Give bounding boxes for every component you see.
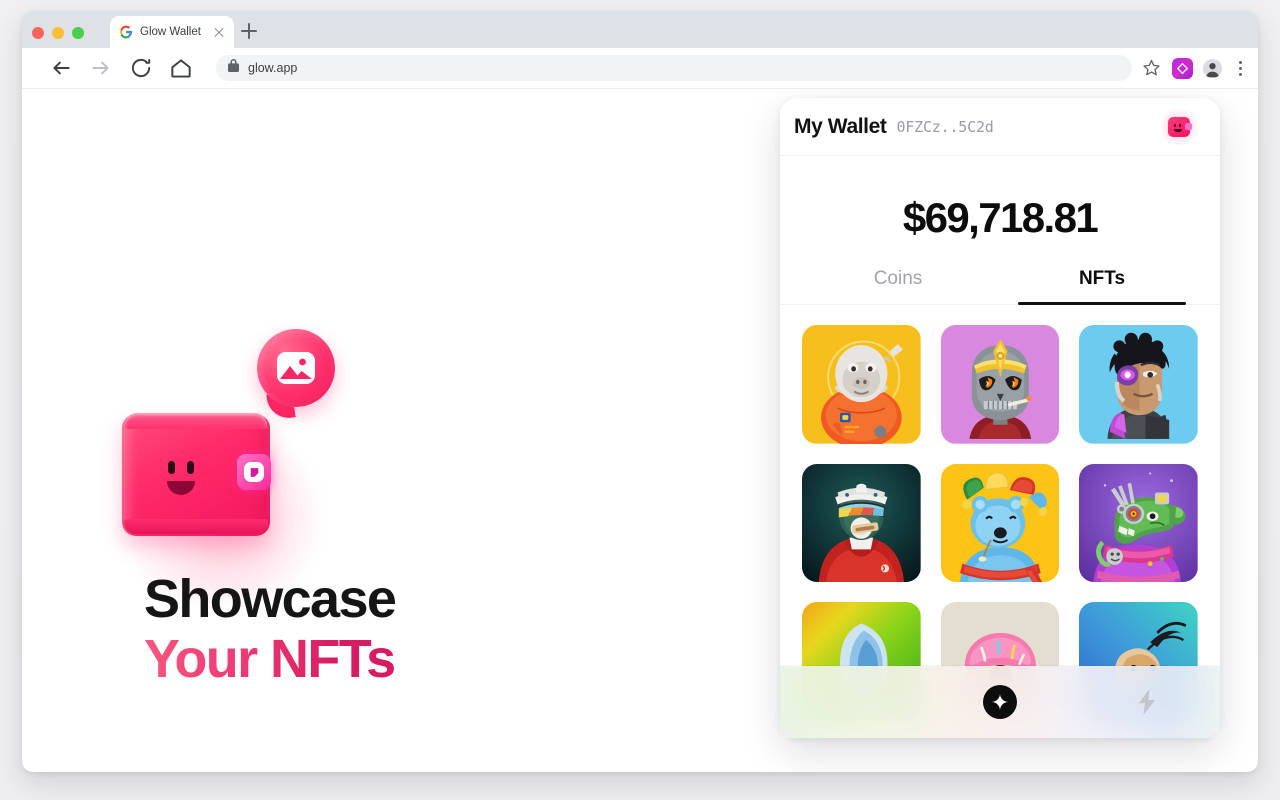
nft-tile-gold-crowned-skull[interactable] [940, 325, 1060, 444]
wallet-header: My Wallet 0FZCz..5C2d [780, 98, 1220, 156]
nft-tile-jester-blue-bear[interactable] [940, 463, 1060, 583]
toolbar-actions [1142, 57, 1248, 79]
lightning-bolt-icon[interactable] [1134, 687, 1160, 717]
desktop-background: Glow Wallet glow.app Showcase Your NFTs … [0, 0, 1280, 800]
home-icon[interactable] [168, 55, 194, 81]
window-traffic-lights [32, 27, 84, 39]
bottom-bar-slot-right [1073, 687, 1220, 717]
wallet-clasp [237, 454, 271, 490]
wallet-bottom-bar [780, 666, 1220, 738]
wallet-address[interactable]: 0FZCz..5C2d [896, 118, 993, 136]
browser-toolbar: glow.app [22, 48, 1258, 89]
tab-coins[interactable]: Coins [796, 268, 1000, 304]
nft-tile-cyberpunk-dreadlocks[interactable] [1079, 325, 1198, 444]
browser-tab[interactable]: Glow Wallet [110, 16, 234, 48]
window-minimize-button[interactable] [52, 27, 64, 39]
tab-title: Glow Wallet [140, 26, 201, 38]
speech-bubble-with-image-icon [257, 329, 335, 407]
wallet-eye-left [168, 461, 175, 474]
forward-arrow-icon [88, 55, 114, 81]
wallet-lip [125, 413, 267, 429]
wallet-popup-panel: My Wallet 0FZCz..5C2d $69,718.81 Coins N… [780, 98, 1220, 738]
page-content: Showcase Your NFTs My Wallet 0FZCz..5C2d… [22, 89, 1258, 772]
back-arrow-icon[interactable] [48, 55, 74, 81]
address-bar[interactable]: glow.app [216, 55, 1132, 81]
bottom-bar-slot-center [927, 685, 1074, 719]
browser-window: Glow Wallet glow.app Showcase Your NFTs … [22, 11, 1258, 772]
wallet-base [124, 519, 268, 534]
wallet-clasp-glyph [244, 462, 264, 482]
nft-tile-astronaut-ape[interactable] [802, 325, 921, 444]
wallet-title: My Wallet [794, 114, 887, 138]
nft-tile-green-cyborg-lizard[interactable] [1079, 463, 1198, 583]
wallet-face-avatar-icon [1168, 116, 1192, 137]
bookmark-star-icon[interactable] [1142, 58, 1162, 78]
window-maximize-button[interactable] [72, 27, 84, 39]
wallet-avatar[interactable] [1160, 107, 1198, 146]
profile-avatar-icon[interactable] [1203, 58, 1222, 78]
hero-headline: Showcase Your NFTs [144, 569, 704, 690]
three-dot-menu-icon[interactable] [1232, 58, 1248, 78]
wallet-balance: $69,718.81 [902, 194, 1099, 241]
google-g-icon [119, 25, 133, 39]
headline-line-1: Showcase [144, 569, 397, 629]
glow-extension-icon[interactable] [1172, 57, 1193, 79]
address-bar-url: glow.app [248, 61, 298, 75]
image-icon [277, 352, 315, 384]
tab-nfts[interactable]: NFTs [1000, 268, 1204, 305]
window-close-button[interactable] [32, 27, 44, 39]
reload-icon[interactable] [128, 55, 154, 81]
new-tab-button[interactable] [238, 20, 260, 42]
tab-close-icon[interactable] [212, 25, 226, 39]
wallet-tab-bar: Coins NFTs [780, 268, 1220, 305]
browser-tab-strip: Glow Wallet [22, 11, 1258, 48]
headline-line-2: Your NFTs [144, 629, 396, 690]
wallet-eye-right [187, 461, 194, 474]
glow-star-logo-icon[interactable] [983, 685, 1017, 719]
lock-icon [228, 59, 239, 77]
nft-tile-visor-penguin-red-hoodie[interactable] [802, 463, 921, 583]
